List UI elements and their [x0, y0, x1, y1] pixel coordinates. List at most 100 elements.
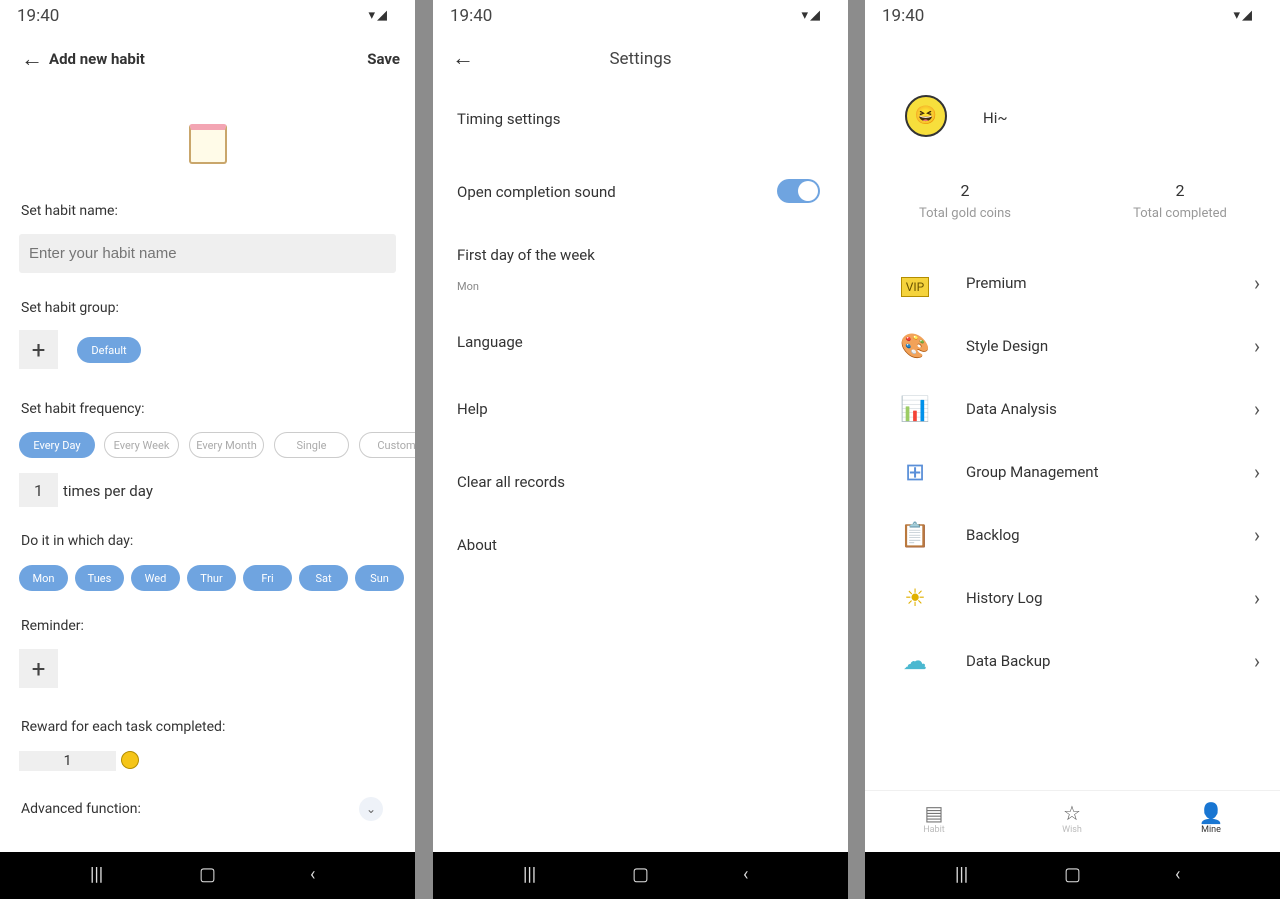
recents-button[interactable]: |||	[90, 864, 103, 885]
completion-sound[interactable]: Open completion sound	[457, 183, 616, 201]
timing-settings[interactable]: Timing settings	[457, 110, 560, 128]
day-sun[interactable]: Sun	[355, 565, 404, 591]
tab-label: Habit	[923, 825, 945, 835]
chevron-right-icon: ›	[1253, 271, 1260, 295]
home-button[interactable]: ▢	[199, 864, 216, 885]
name-label: Set habit name:	[21, 203, 118, 219]
group-label: Set habit group:	[21, 300, 119, 316]
freq-every-week[interactable]: Every Week	[104, 432, 179, 458]
avatar[interactable]: 😆	[905, 95, 947, 137]
language[interactable]: Language	[457, 333, 523, 351]
menu-data-analysis[interactable]: 📊 Data Analysis ›	[895, 389, 1260, 429]
settings-screen: 19:40 ▾◢ ← Settings Timing settings Open…	[433, 0, 848, 899]
reminder-label: Reminder:	[21, 618, 84, 634]
status-time: 19:40	[882, 6, 925, 26]
home-button[interactable]: ▢	[1064, 864, 1081, 885]
gold-coins-icon	[121, 751, 139, 769]
group-default-chip[interactable]: Default	[77, 337, 141, 363]
calendar-icon: ▤	[924, 801, 944, 825]
freq-every-day[interactable]: Every Day	[19, 432, 95, 458]
signal-icons: ▾◢	[1233, 8, 1254, 23]
add-habit-screen: 19:40 ▾◢ ← Add new habit Save Set habit …	[0, 0, 415, 899]
menu-label: Style Design	[966, 337, 1049, 355]
chevron-down-icon[interactable]: ⌄	[359, 797, 383, 821]
palette-icon: 🎨	[900, 332, 930, 360]
recents-button[interactable]: |||	[955, 864, 968, 885]
coins-count: 2	[960, 181, 970, 200]
star-icon: ☆	[1063, 801, 1081, 825]
day-label: Do it in which day:	[21, 533, 134, 549]
menu-label: Group Management	[966, 463, 1099, 481]
status-time: 19:40	[450, 6, 493, 26]
day-mon[interactable]: Mon	[19, 565, 68, 591]
greeting: Hi~	[983, 109, 1008, 127]
menu-backlog[interactable]: 📋 Backlog ›	[895, 515, 1260, 555]
system-nav-bar: ||| ▢ ‹	[433, 852, 848, 899]
tab-label: Wish	[1062, 825, 1082, 835]
freq-single[interactable]: Single	[274, 432, 349, 458]
first-day-of-week[interactable]: First day of the week	[457, 246, 595, 264]
tab-label: Mine	[1201, 825, 1221, 835]
menu-label: History Log	[966, 589, 1043, 607]
add-group-button[interactable]: +	[19, 330, 58, 369]
sun-icon: ☀	[904, 584, 926, 612]
times-suffix: times per day	[63, 482, 153, 500]
freq-custom[interactable]: Custom	[359, 432, 415, 458]
home-button[interactable]: ▢	[632, 864, 649, 885]
status-time: 19:40	[17, 6, 60, 26]
menu-premium[interactable]: VIP Premium ›	[895, 263, 1260, 303]
reward-input[interactable]: 1	[19, 751, 116, 771]
menu-label: Premium	[966, 274, 1027, 292]
day-tues[interactable]: Tues	[75, 565, 124, 591]
tab-wish[interactable]: ☆ Wish	[1047, 801, 1097, 835]
bar-chart-icon: 📊	[900, 395, 930, 423]
first-day-value: Mon	[457, 280, 479, 293]
completed-count: 2	[1175, 181, 1185, 200]
menu-data-backup[interactable]: ☁ Data Backup ›	[895, 641, 1260, 681]
save-button[interactable]: Save	[367, 50, 400, 68]
cloud-icon: ☁	[903, 647, 927, 675]
habit-icon[interactable]	[189, 124, 227, 164]
chevron-right-icon: ›	[1253, 460, 1260, 484]
add-reminder-button[interactable]: +	[19, 649, 58, 688]
page-title: Add new habit	[49, 50, 145, 68]
habit-name-input[interactable]	[19, 234, 396, 273]
system-nav-bar: ||| ▢ ‹	[0, 852, 415, 899]
chevron-right-icon: ›	[1253, 397, 1260, 421]
bottom-tab-bar: ▤ Habit ☆ Wish 👤 Mine	[865, 790, 1280, 852]
menu-style-design[interactable]: 🎨 Style Design ›	[895, 326, 1260, 366]
chevron-right-icon: ›	[1253, 334, 1260, 358]
menu-group-management[interactable]: ⊞ Group Management ›	[895, 452, 1260, 492]
back-button[interactable]: ‹	[310, 864, 315, 885]
menu-history-log[interactable]: ☀ History Log ›	[895, 578, 1260, 618]
system-nav-bar: ||| ▢ ‹	[865, 852, 1280, 899]
times-input[interactable]: 1	[19, 473, 58, 507]
chevron-right-icon: ›	[1253, 523, 1260, 547]
day-fri[interactable]: Fri	[243, 565, 292, 591]
page-title: Settings	[609, 49, 672, 69]
advanced-label: Advanced function:	[21, 801, 141, 817]
tab-habit[interactable]: ▤ Habit	[909, 801, 959, 835]
hierarchy-icon: ⊞	[904, 458, 926, 486]
help[interactable]: Help	[457, 400, 488, 418]
mine-screen: 19:40 ▾◢ 😆 Hi~ 2 Total gold coins 2 Tota…	[865, 0, 1280, 899]
about[interactable]: About	[457, 536, 497, 554]
signal-icons: ▾◢	[368, 8, 389, 23]
freq-every-month[interactable]: Every Month	[189, 432, 264, 458]
reward-label: Reward for each task completed:	[21, 719, 226, 735]
back-arrow-icon[interactable]: ←	[21, 46, 43, 72]
completed-label: Total completed	[1133, 206, 1227, 221]
clear-all-records[interactable]: Clear all records	[457, 473, 565, 491]
tab-mine[interactable]: 👤 Mine	[1186, 801, 1236, 835]
menu-label: Data Analysis	[966, 400, 1057, 418]
chevron-right-icon: ›	[1253, 649, 1260, 673]
recents-button[interactable]: |||	[523, 864, 536, 885]
day-thur[interactable]: Thur	[187, 565, 236, 591]
back-button[interactable]: ‹	[743, 864, 748, 885]
day-sat[interactable]: Sat	[299, 565, 348, 591]
day-wed[interactable]: Wed	[131, 565, 180, 591]
sound-toggle[interactable]	[777, 179, 820, 203]
menu-label: Data Backup	[966, 652, 1051, 670]
back-button[interactable]: ‹	[1175, 864, 1180, 885]
coins-label: Total gold coins	[919, 206, 1011, 221]
